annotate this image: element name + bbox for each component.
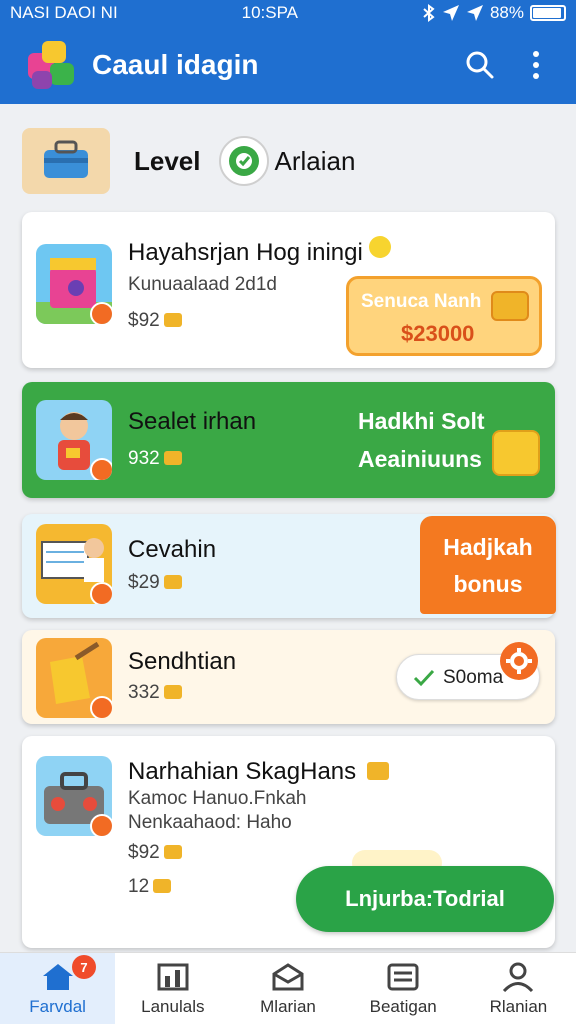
card-title: Sealet irhan — [128, 408, 257, 435]
app-logo-icon[interactable] — [24, 39, 78, 91]
level-label: Level — [134, 145, 201, 176]
level-name: Arlaian — [274, 145, 356, 176]
chart-icon — [155, 961, 191, 993]
offer-card-5[interactable]: Narhahian SkagHans Kamoc Hanuo.Fnkah Nen… — [22, 736, 555, 948]
coin-icon — [163, 845, 182, 859]
coin-icon — [369, 236, 392, 258]
coin-icon — [163, 685, 182, 699]
nav-item-mail[interactable]: Mlarian — [230, 953, 345, 1024]
card-price: $92 — [128, 842, 182, 864]
kid-avatar-icon — [36, 400, 112, 480]
offer-card-3[interactable]: Cevahin $29 Hadjkah bonus — [22, 514, 556, 618]
nav-label: Mlarian — [260, 996, 316, 1016]
card-price-2: 12 — [128, 876, 172, 898]
carrier-label: NASI DAOI NI — [10, 3, 118, 22]
offer-card-2[interactable]: Sealet irhan 932 Hadkhi Solt Aeainiuuns — [22, 382, 555, 498]
offer-value: $23000 — [401, 321, 475, 346]
card-right-line-1: Hadkhi Solt — [358, 408, 485, 434]
location-icon — [442, 5, 459, 21]
gift-box-icon — [36, 244, 112, 324]
card-price: $29 — [128, 572, 182, 594]
level-row: Level Arlaian — [22, 128, 556, 194]
bottom-nav: Farvdal 7 Lanulals Mlarian Beatigan Rlan… — [0, 952, 576, 1024]
chip-label: S0oma — [443, 667, 504, 688]
profile-icon — [500, 961, 536, 993]
signal-icon — [466, 5, 483, 21]
notification-badge: 7 — [72, 955, 96, 979]
thumb-badge-icon — [90, 458, 112, 480]
mail-icon — [270, 961, 306, 993]
offer-button[interactable]: Senuca Nanh $23000 — [346, 276, 542, 356]
nav-label: Farvdal — [29, 996, 86, 1016]
coin-icon — [163, 575, 182, 589]
coin-icon — [366, 762, 389, 780]
thumb-badge-icon — [90, 582, 112, 604]
offer-card-4[interactable]: Sendhtian 332 S0oma — [22, 630, 555, 724]
bonus-ribbon[interactable]: Hadjkah bonus — [420, 516, 556, 614]
battery-fill — [532, 8, 562, 18]
status-bar: NASI DAOI NI 10:SPA 88% — [0, 0, 576, 26]
card-subtitle: Kunuaalaad 2d1d — [128, 274, 277, 295]
offer-label: Senuca Nanh — [361, 291, 482, 312]
nav-label: Beatigan — [369, 996, 437, 1016]
coin-icon — [163, 313, 182, 327]
thumb-badge-icon — [90, 302, 112, 324]
list-icon — [385, 961, 421, 993]
card-title: Cevahin — [128, 536, 217, 563]
app-bar: Caaul idagin — [0, 26, 576, 104]
ribbon-line-1: Hadjkah — [443, 534, 533, 560]
card-title: Hayahsrjan Hog iningi — [128, 236, 392, 267]
gear-icon[interactable] — [500, 642, 538, 680]
card-title: Sendhtian — [128, 648, 237, 675]
nav-item-charts[interactable]: Lanulals — [115, 953, 230, 1024]
battery-icon — [529, 5, 566, 21]
nav-item-profile[interactable]: Rlanian — [461, 953, 576, 1024]
card-price: 332 — [128, 682, 182, 704]
more-vert-icon[interactable] — [514, 43, 558, 87]
cta-button[interactable]: Lnjurba:Todrial — [296, 866, 554, 932]
thumb-badge-icon — [90, 814, 112, 836]
nav-label: Lanulals — [141, 996, 205, 1016]
treasure-icon — [491, 291, 529, 321]
ribbon-line-2: bonus — [453, 571, 523, 597]
box-tool-icon — [36, 638, 112, 718]
status-time: 10:SPA — [241, 3, 299, 22]
thumb-badge-icon — [90, 696, 112, 718]
card-price: 932 — [128, 448, 182, 470]
nav-item-home[interactable]: Farvdal 7 — [0, 953, 116, 1024]
card-line-1: Kamoc Hanuo.Fnkah — [128, 788, 307, 809]
battery-percent: 88% — [489, 3, 524, 22]
level-badge-icon[interactable] — [218, 136, 269, 186]
card-title: Narhahian SkagHans — [128, 758, 389, 786]
home-icon — [40, 961, 76, 993]
chalkboard-icon — [36, 524, 112, 604]
coin-icon — [163, 451, 182, 465]
top-bar: NASI DAOI NI 10:SPA 88% Caaul idagin — [0, 0, 576, 104]
search-icon[interactable] — [458, 43, 502, 87]
toolbox-icon — [36, 756, 112, 836]
app-title: Caaul idagin — [92, 49, 259, 80]
offer-card-1[interactable]: Hayahsrjan Hog iningi Kunuaalaad 2d1d $9… — [22, 212, 555, 368]
check-icon — [413, 669, 435, 687]
card-price: $92 — [128, 310, 182, 332]
card-right-line-2: Aeainiuuns — [358, 446, 482, 472]
card-line-2: Nenkaahaod: Haho — [128, 812, 292, 833]
status-indicators: 88% — [422, 3, 566, 23]
bluetooth-icon — [423, 4, 435, 22]
nav-label: Rlanian — [489, 996, 548, 1016]
nav-item-list[interactable]: Beatigan — [346, 953, 461, 1024]
gift-stack-icon — [492, 430, 540, 476]
toolbox-icon — [22, 128, 110, 194]
coin-icon — [153, 879, 172, 893]
